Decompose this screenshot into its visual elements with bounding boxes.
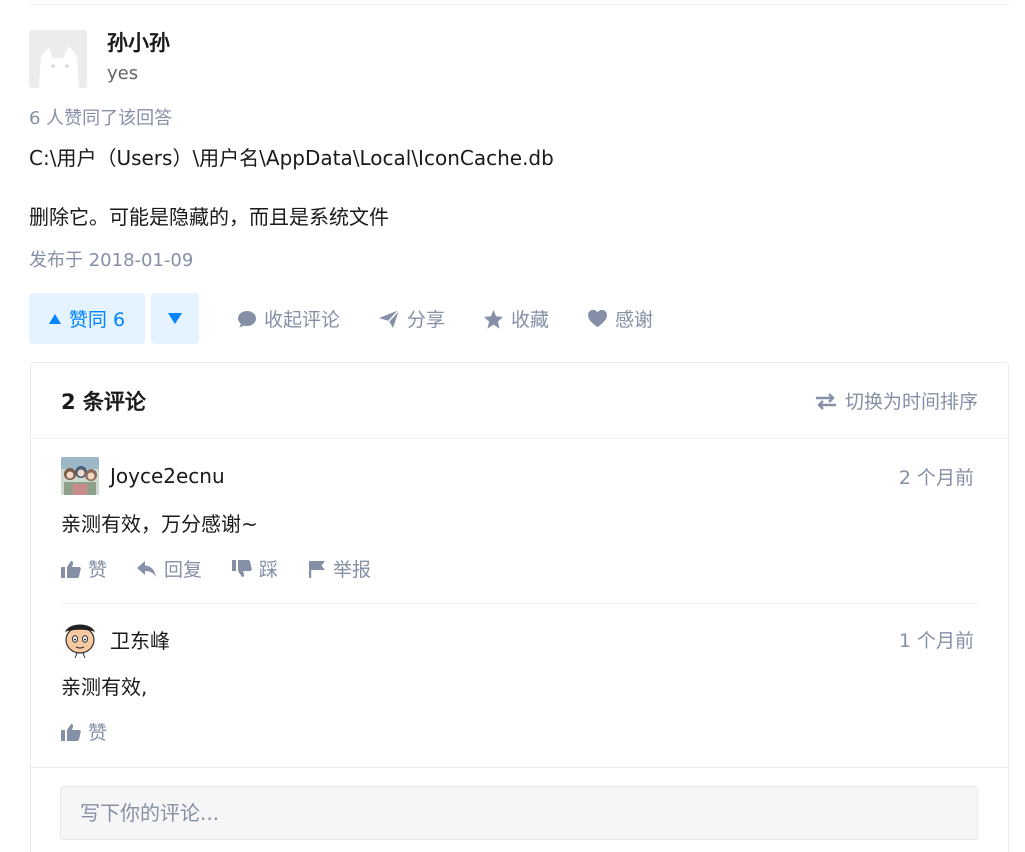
thumb-up-icon [61,560,81,578]
heart-icon [588,309,608,328]
comment-avatar[interactable] [61,620,99,658]
paper-plane-icon [379,308,400,328]
favorite-label: 收藏 [511,309,550,331]
share-button[interactable]: 分享 [378,305,445,332]
voters-count[interactable]: 6 人赞同了该回答 [29,106,172,132]
collapse-comments-label: 收起评论 [264,309,341,331]
comment-divider [61,603,979,604]
comment-like-label: 赞 [88,559,108,581]
comment-reply-button[interactable]: 回复 [137,555,202,582]
collapse-comments-button[interactable]: 收起评论 [237,305,340,332]
comment-composer [31,767,1008,852]
comment-like-label: 赞 [88,722,108,744]
comment-item: 卫东峰 1 个月前 亲测有效, 赞 [61,620,979,745]
comment-report-button[interactable]: 举报 [308,555,371,582]
answer-actions: 赞同 6 收起评论 分享 收藏 感谢 [29,293,653,344]
swap-arrows-icon [815,392,836,410]
comments-panel: 2 条评论 切换为时间排序 Joyce2ecnu 2 个月前 亲测有效，万分感谢… [30,362,1009,852]
comment-time: 2 个月前 [898,466,974,489]
author-name[interactable]: 孙小孙 [107,30,170,56]
comment-dislike-button[interactable]: 踩 [232,555,278,582]
triangle-down-icon [168,313,182,324]
comment-text: 亲测有效，万分感谢~ [61,512,258,536]
author-headline: yes [107,63,139,84]
comment-username[interactable]: 卫东峰 [110,625,170,654]
star-icon [483,309,504,329]
vote-up-label: 赞同 6 [68,309,126,331]
answer-paragraph: 删除它。可能是隐藏的，而且是系统文件 [29,205,389,229]
thumb-down-icon [232,559,252,577]
answer-paragraph: C:\用户（Users）\用户名\AppData\Local\IconCache… [29,146,554,170]
comment-like-button[interactable]: 赞 [61,555,107,582]
sort-switch-label: 切换为时间排序 [844,391,978,413]
thanks-button[interactable]: 感谢 [587,305,653,332]
comment-like-button[interactable]: 赞 [61,718,107,745]
comment-input[interactable] [60,786,978,840]
comment-reply-label: 回复 [164,559,203,581]
vote-up-button[interactable]: 赞同 6 [29,293,145,344]
comment-report-label: 举报 [333,559,372,581]
comment-username[interactable]: Joyce2ecnu [110,464,225,488]
author-avatar[interactable] [29,30,87,88]
favorite-button[interactable]: 收藏 [483,305,549,332]
comment-bubble-icon [238,310,256,327]
share-label: 分享 [407,309,446,331]
comment-avatar[interactable] [61,457,99,495]
thumb-up-icon [61,723,81,741]
triangle-up-icon [48,313,61,324]
comments-title: 2 条评论 [61,389,146,414]
comments-header: 2 条评论 切换为时间排序 [31,363,1008,439]
comment-time: 1 个月前 [898,629,974,652]
comment-item: Joyce2ecnu 2 个月前 亲测有效，万分感谢~ 赞 回复 踩 举报 [61,457,979,582]
sort-switch-button[interactable]: 切换为时间排序 [815,387,978,414]
publish-date[interactable]: 发布于 2018-01-09 [29,248,193,274]
thanks-label: 感谢 [615,309,654,331]
reply-arrow-icon [137,560,157,577]
answer-author: 孙小孙 yes [29,30,170,88]
vote-down-button[interactable] [151,293,199,344]
comment-text: 亲测有效, [61,675,148,699]
top-divider [29,4,1009,5]
comment-dislike-label: 踩 [259,559,279,581]
flag-icon [309,560,326,578]
